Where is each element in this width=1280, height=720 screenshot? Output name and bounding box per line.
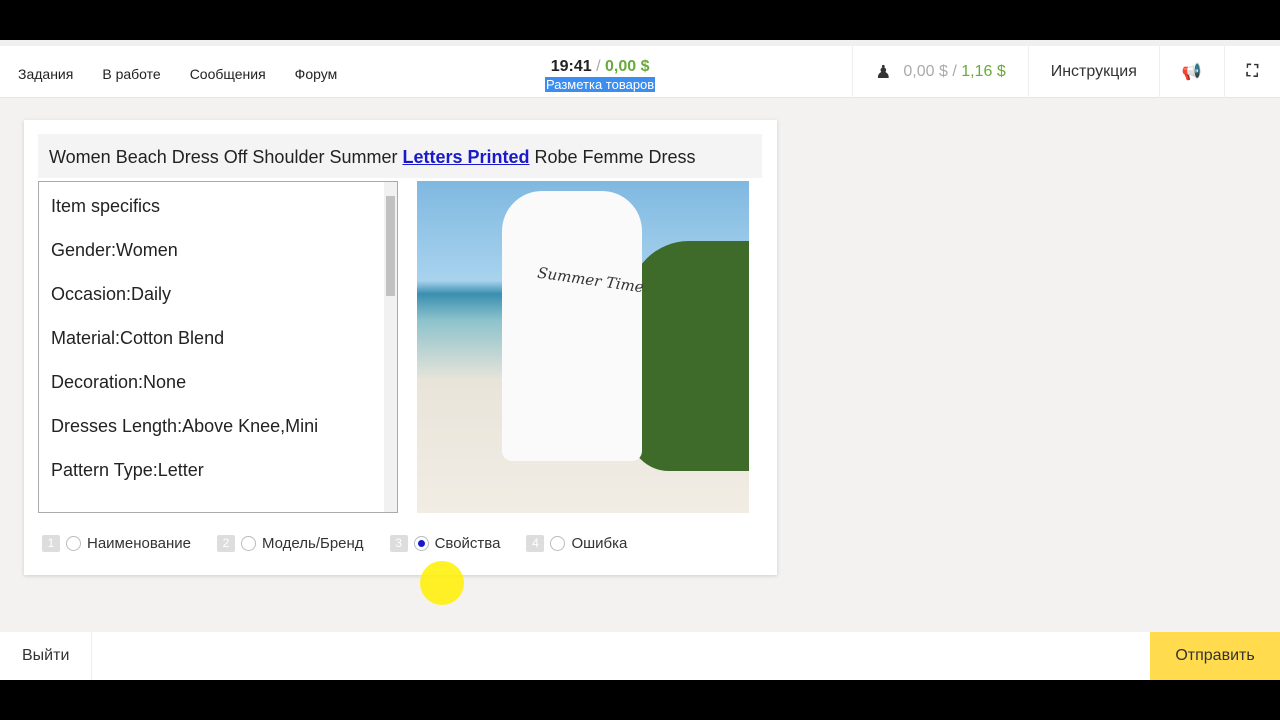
option-name[interactable]: 1 Наименование	[42, 535, 191, 552]
hotkey-badge: 1	[42, 535, 60, 552]
spec-item: Decoration:None	[51, 372, 187, 392]
balance-total: 1,16 $	[961, 63, 1006, 80]
spec-item: Material:Cotton Blend	[51, 328, 225, 348]
title-text: Robe Femme Dress	[529, 147, 696, 167]
item-specifics[interactable]: Item specifics Gender:Women Occasion:Dai…	[38, 181, 398, 513]
option-error[interactable]: 4 Ошибка	[526, 535, 627, 552]
spec-item: Occasion:Daily	[51, 284, 172, 304]
option-label: Модель/Бренд	[261, 535, 364, 552]
nav-in-progress[interactable]: В работе	[102, 66, 160, 82]
scrollbar[interactable]	[384, 182, 397, 512]
instruction-button[interactable]: Инструкция	[1027, 46, 1159, 98]
option-properties[interactable]: 3 Свойства	[389, 535, 501, 552]
task-name: Разметка товаров	[545, 77, 656, 92]
main-nav: Задания В работе Сообщения Форум	[18, 66, 337, 82]
option-label: Свойства	[434, 535, 501, 552]
product-image: Summer Time	[417, 181, 749, 513]
hotkey-badge: 3	[389, 535, 408, 552]
spec-item: Pattern Type:Letter	[51, 460, 204, 480]
task-card: Women Beach Dress Off Shoulder Summer Le…	[24, 120, 777, 575]
title-text: Women Beach Dress Off Shoulder Summer	[49, 147, 403, 167]
nav-tasks[interactable]: Задания	[18, 66, 73, 82]
hotkey-badge: 4	[526, 535, 545, 552]
exit-button[interactable]: Выйти	[0, 632, 93, 680]
top-bar: Задания В работе Сообщения Форум 19:41 /…	[0, 40, 1280, 98]
title-link[interactable]: Letters Printed	[402, 147, 529, 167]
separator: /	[952, 63, 957, 80]
balance: ♟ 0,00 $ / 1,16 $	[852, 46, 1027, 98]
footer: Выйти Отправить	[0, 632, 1280, 680]
user-icon: ♟	[875, 61, 892, 82]
cursor-highlight	[420, 561, 464, 605]
task-earned: 0,00 $	[604, 58, 650, 75]
timer: 19:41	[550, 58, 592, 75]
fullscreen-icon[interactable]: ⛶	[1223, 46, 1280, 98]
option-label: Наименование	[87, 535, 191, 552]
app: Задания В работе Сообщения Форум 19:41 /…	[0, 40, 1280, 680]
spec-item: Dresses Length:Above Knee,Mini	[51, 416, 319, 436]
hotkey-badge: 2	[216, 535, 235, 552]
option-label: Ошибка	[571, 535, 628, 552]
nav-forum[interactable]: Форум	[295, 66, 338, 82]
submit-button[interactable]: Отправить	[1150, 632, 1280, 680]
option-model-brand[interactable]: 2 Модель/Бренд	[216, 535, 364, 552]
separator: /	[596, 58, 601, 75]
scrollbar-thumb[interactable]	[386, 196, 395, 296]
radio[interactable]	[240, 536, 256, 551]
radio[interactable]	[66, 536, 81, 551]
spec-item: Item specifics	[51, 196, 161, 216]
nav-messages[interactable]: Сообщения	[190, 66, 266, 82]
spec-item: Gender:Women	[51, 240, 178, 260]
product-title: Women Beach Dress Off Shoulder Summer Le…	[38, 134, 762, 178]
answer-options: 1 Наименование 2 Модель/Бренд 3 Свойства 4 О…	[42, 535, 627, 552]
radio-checked[interactable]	[413, 536, 429, 551]
balance-pending: 0,00 $	[903, 63, 948, 80]
megaphone-icon[interactable]: 📢	[1158, 46, 1224, 98]
task-status: 19:41 / 0,00 $ Разметка товаров	[545, 58, 656, 92]
radio[interactable]	[550, 536, 566, 551]
